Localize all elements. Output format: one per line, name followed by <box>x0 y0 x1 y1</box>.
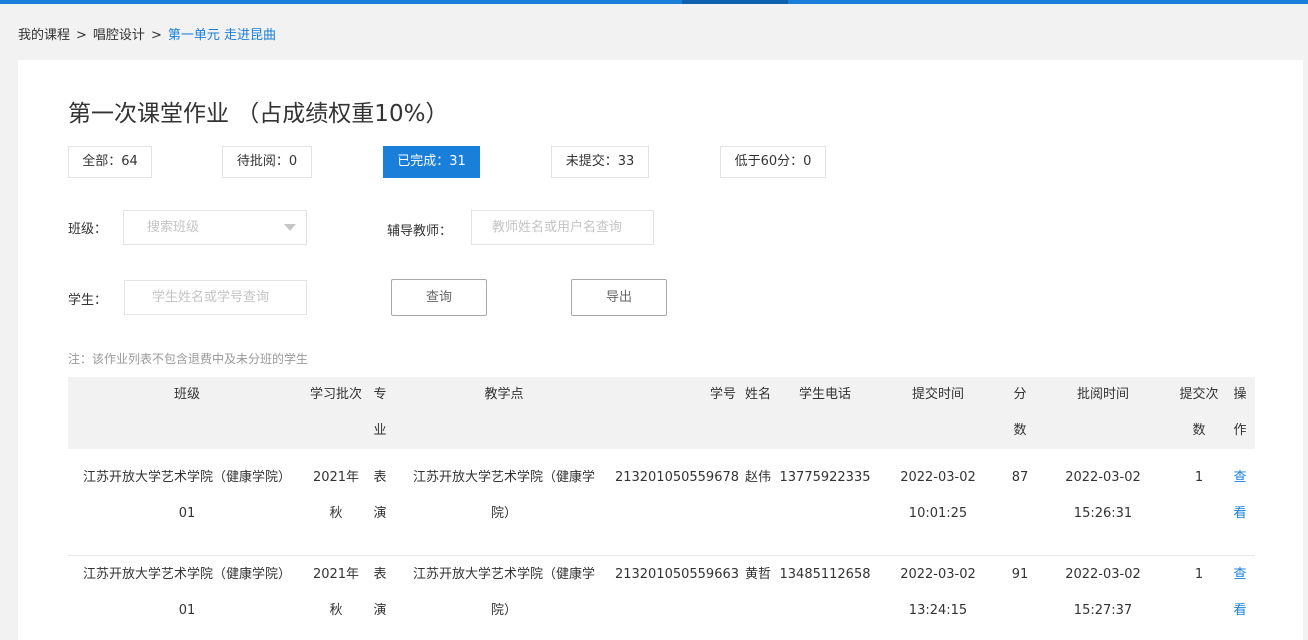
cell-submit-date: 2022-03-02 <box>900 567 976 582</box>
breadcrumb-course[interactable]: 唱腔设计 <box>93 28 145 43</box>
col-header-score-2: 数 <box>1013 423 1027 438</box>
breadcrumb: 我的课程 > 唱腔设计 > 第一单元 走进昆曲 <box>18 24 276 43</box>
cell-class-suffix: 01 <box>178 506 196 521</box>
cell-site: 江苏开放大学艺术学院（健康学 <box>412 567 595 582</box>
cell-submit-count: 1 <box>1194 567 1204 582</box>
chevron-down-icon <box>284 224 296 231</box>
top-nav-indicator <box>682 0 788 4</box>
tab-completed[interactable]: 已完成：31 <box>383 146 480 178</box>
teacher-search-placeholder: 教师姓名或用户名查询 <box>492 220 623 235</box>
teacher-filter-label: 辅导教师： <box>387 224 453 239</box>
page-title: 第一次课堂作业 （占成绩权重10%） <box>68 101 449 127</box>
view-link-suffix[interactable]: 看 <box>1230 496 1250 532</box>
cell-phone: 13485112658 <box>779 567 871 582</box>
view-link[interactable]: 查 <box>1230 557 1250 593</box>
table-header: 班级 学习批次 专 业 教学点 学号 姓名 学生电话 提交时间 分 数 批阅时间… <box>68 377 1255 449</box>
col-header-name: 姓名 <box>744 387 771 402</box>
cell-class: 江苏开放大学艺术学院（健康学院） <box>82 470 291 485</box>
col-header-phone: 学生电话 <box>798 387 851 402</box>
export-button[interactable]: 导出 <box>571 279 667 316</box>
cell-review-clock: 15:26:31 <box>1073 506 1133 521</box>
col-header-batch: 学习批次 <box>309 387 362 402</box>
col-header-student-id: 学号 <box>709 387 736 402</box>
col-header-submit-time: 提交时间 <box>911 387 964 402</box>
cell-batch-suffix: 秋 <box>329 603 343 618</box>
cell-review-clock: 15:27:37 <box>1073 603 1133 618</box>
cell-name: 赵伟 <box>744 470 771 485</box>
teacher-search-input[interactable]: 教师姓名或用户名查询 <box>471 210 654 245</box>
cell-review-date: 2022-03-02 <box>1065 470 1141 485</box>
col-header-site: 教学点 <box>484 387 524 402</box>
cell-major-suffix: 演 <box>373 506 387 521</box>
cell-class: 江苏开放大学艺术学院（健康学院） <box>82 567 291 582</box>
cell-score: 91 <box>1011 567 1029 582</box>
cell-phone: 13775922335 <box>779 470 871 485</box>
view-link-suffix[interactable]: 看 <box>1230 593 1250 629</box>
breadcrumb-my-courses[interactable]: 我的课程 <box>18 28 70 43</box>
col-header-submit-count-1: 提交次 <box>1179 387 1219 402</box>
table-row: 江苏开放大学艺术学院（健康学院） 01 2021年 秋 表 演 江苏开放大学艺术… <box>68 460 1255 556</box>
col-header-action-2: 作 <box>1233 423 1247 438</box>
class-select[interactable]: 搜索班级 <box>123 210 307 245</box>
tab-not-submitted[interactable]: 未提交：33 <box>551 146 649 178</box>
cell-submit-date: 2022-03-02 <box>900 470 976 485</box>
query-button[interactable]: 查询 <box>391 279 487 316</box>
breadcrumb-current-unit[interactable]: 第一单元 走进昆曲 <box>168 28 276 43</box>
cell-major-suffix: 演 <box>373 603 387 618</box>
tab-below-60[interactable]: 低于60分：0 <box>720 146 826 178</box>
cell-submit-count: 1 <box>1194 470 1204 485</box>
student-search-input[interactable]: 学生姓名或学号查询 <box>124 280 307 315</box>
col-header-score-1: 分 <box>1013 387 1027 402</box>
cell-review-date: 2022-03-02 <box>1065 567 1141 582</box>
col-header-submit-count-2: 数 <box>1192 423 1206 438</box>
cell-score: 87 <box>1011 470 1029 485</box>
cell-name: 黄哲 <box>744 567 771 582</box>
cell-student-id: 213201050559678 <box>614 470 740 485</box>
col-header-action-1: 操 <box>1233 387 1247 402</box>
col-header-class: 班级 <box>173 387 200 402</box>
cell-major: 表 <box>373 470 387 485</box>
class-filter-label: 班级： <box>68 222 108 237</box>
list-note: 注：该作业列表不包含退费中及未分班的学生 <box>68 352 309 366</box>
top-accent-bar <box>0 0 1308 4</box>
tab-all[interactable]: 全部：64 <box>68 146 152 178</box>
student-filter-label: 学生： <box>68 293 108 308</box>
cell-submit-clock: 10:01:25 <box>908 506 968 521</box>
cell-student-id: 213201050559663 <box>614 567 740 582</box>
cell-site: 江苏开放大学艺术学院（健康学 <box>412 470 595 485</box>
table-row: 江苏开放大学艺术学院（健康学院） 01 2021年 秋 表 演 江苏开放大学艺术… <box>68 557 1255 640</box>
cell-batch: 2021年 <box>312 470 360 485</box>
tab-pending-review[interactable]: 待批阅：0 <box>222 146 312 178</box>
cell-class-suffix: 01 <box>178 603 196 618</box>
view-link[interactable]: 查 <box>1230 460 1250 496</box>
class-select-placeholder: 搜索班级 <box>147 220 200 235</box>
assignment-card: 第一次课堂作业 （占成绩权重10%） 全部：64 待批阅：0 已完成：31 未提… <box>18 60 1303 640</box>
col-header-major-1: 专 <box>373 387 387 402</box>
cell-batch: 2021年 <box>312 567 360 582</box>
cell-site-suffix: 院） <box>490 603 517 618</box>
col-header-major-2: 业 <box>373 423 387 438</box>
breadcrumb-separator: > <box>76 28 87 43</box>
cell-submit-clock: 13:24:15 <box>908 603 968 618</box>
student-search-placeholder: 学生姓名或学号查询 <box>152 290 270 305</box>
col-header-review-time: 批阅时间 <box>1076 387 1129 402</box>
cell-major: 表 <box>373 567 387 582</box>
cell-site-suffix: 院） <box>490 506 517 521</box>
cell-batch-suffix: 秋 <box>329 506 343 521</box>
breadcrumb-separator: > <box>150 28 162 43</box>
